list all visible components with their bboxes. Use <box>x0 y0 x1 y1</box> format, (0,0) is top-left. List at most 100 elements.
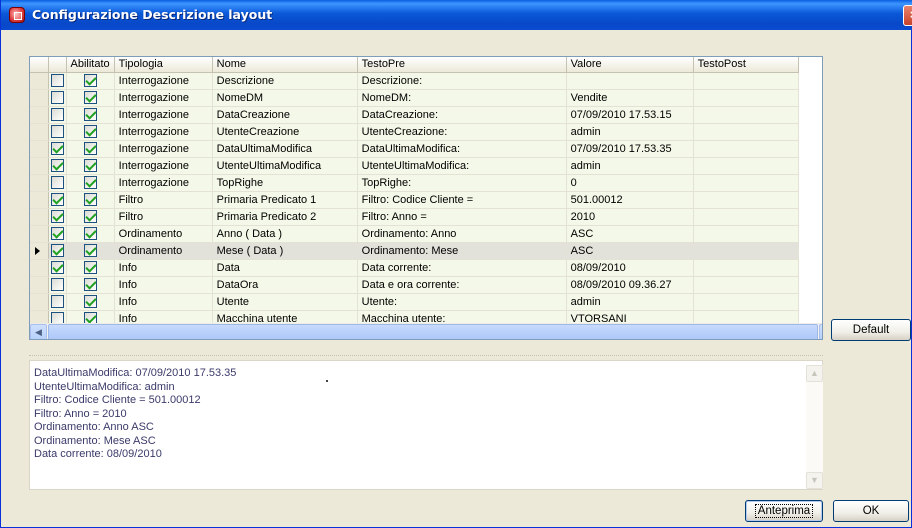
nome-cell[interactable]: UtenteUltimaModifica <box>212 157 358 175</box>
row-header[interactable] <box>30 174 49 192</box>
select-checkbox[interactable] <box>50 244 64 257</box>
table-row[interactable]: Filtro Primaria Predicato 1 Filtro: Codice… <box>30 191 799 209</box>
abilitato-checkbox[interactable] <box>83 159 97 172</box>
testopre-cell[interactable]: Ordinamento: Anno <box>357 225 567 243</box>
table-row[interactable]: Filtro Primaria Predicato 2 Filtro: Anno =… <box>30 208 799 226</box>
nome-cell[interactable]: Primaria Predicato 1 <box>212 191 358 209</box>
testopost-cell[interactable] <box>693 72 799 90</box>
row-header[interactable] <box>30 293 49 311</box>
header-valore[interactable]: Valore <box>566 57 694 73</box>
row-header[interactable] <box>30 89 49 107</box>
header-tipologia[interactable]: Tipologia <box>114 57 213 73</box>
nome-cell[interactable]: DataUltimaModifica <box>212 140 358 158</box>
header-testopre[interactable]: TestoPre <box>357 57 567 73</box>
row-header[interactable] <box>30 208 49 226</box>
select-checkbox[interactable] <box>50 108 64 121</box>
nome-cell[interactable]: DataOra <box>212 276 358 294</box>
valore-cell[interactable]: admin <box>566 157 694 175</box>
tipologia-cell[interactable]: Interrogazione <box>114 89 213 107</box>
select-checkbox[interactable] <box>50 142 64 155</box>
tipologia-cell[interactable]: Interrogazione <box>114 174 213 192</box>
row-header[interactable] <box>30 259 49 277</box>
default-button[interactable]: Default <box>831 319 911 341</box>
tipologia-cell[interactable]: Ordinamento <box>114 242 213 260</box>
select-checkbox[interactable] <box>50 261 64 274</box>
testopre-cell[interactable]: UtenteUltimaModifica: <box>357 157 567 175</box>
tipologia-cell[interactable]: Interrogazione <box>114 157 213 175</box>
row-header[interactable] <box>30 157 49 175</box>
row-header[interactable] <box>30 242 49 260</box>
testopre-cell[interactable]: NomeDM: <box>357 89 567 107</box>
testopost-cell[interactable] <box>693 208 799 226</box>
nome-cell[interactable]: Data <box>212 259 358 277</box>
testopre-cell[interactable]: Data e ora corrente: <box>357 276 567 294</box>
valore-cell[interactable]: admin <box>566 293 694 311</box>
testopre-cell[interactable]: TopRighe: <box>357 174 567 192</box>
testopre-cell[interactable]: Filtro: Codice Cliente = <box>357 191 567 209</box>
testopost-cell[interactable] <box>693 276 799 294</box>
row-header[interactable] <box>30 72 49 90</box>
valore-cell[interactable]: 08/09/2010 09.36.27 <box>566 276 694 294</box>
row-header[interactable] <box>30 106 49 124</box>
abilitato-checkbox[interactable] <box>83 91 97 104</box>
valore-cell[interactable]: 07/09/2010 17.53.15 <box>566 106 694 124</box>
horizontal-scroll-thumb[interactable] <box>48 324 818 339</box>
tipologia-cell[interactable]: Filtro <box>114 191 213 209</box>
valore-cell[interactable]: 08/09/2010 <box>566 259 694 277</box>
abilitato-checkbox[interactable] <box>83 142 97 155</box>
valore-cell[interactable] <box>566 72 694 90</box>
tipologia-cell[interactable]: Info <box>114 293 213 311</box>
testopre-cell[interactable]: Utente: <box>357 293 567 311</box>
close-button[interactable]: × <box>903 5 912 26</box>
header-nome[interactable]: Nome <box>212 57 358 73</box>
testopre-cell[interactable]: UtenteCreazione: <box>357 123 567 141</box>
tipologia-cell[interactable]: Filtro <box>114 208 213 226</box>
abilitato-checkbox[interactable] <box>83 278 97 291</box>
ok-button[interactable]: OK <box>833 500 909 522</box>
table-row[interactable]: Interrogazione TopRighe TopRighe: 0 <box>30 174 799 192</box>
header-abilitato[interactable]: Abilitato <box>66 57 115 73</box>
header-sel[interactable] <box>48 57 67 73</box>
testopre-cell[interactable]: Filtro: Anno = <box>357 208 567 226</box>
table-row[interactable]: Interrogazione DataCreazione DataCreazione… <box>30 106 799 124</box>
nome-cell[interactable]: Mese ( Data ) <box>212 242 358 260</box>
abilitato-checkbox[interactable] <box>83 210 97 223</box>
select-checkbox[interactable] <box>50 193 64 206</box>
valore-cell[interactable]: ASC <box>566 242 694 260</box>
select-checkbox[interactable] <box>50 91 64 104</box>
nome-cell[interactable]: TopRighe <box>212 174 358 192</box>
table-row[interactable]: Ordinamento Anno ( Data ) Ordinamento: Ann… <box>30 225 799 243</box>
tipologia-cell[interactable]: Info <box>114 259 213 277</box>
table-row[interactable]: Info Utente Utente: admin <box>30 293 799 311</box>
testopre-cell[interactable]: Data corrente: <box>357 259 567 277</box>
tipologia-cell[interactable]: Interrogazione <box>114 140 213 158</box>
row-header[interactable] <box>30 191 49 209</box>
scroll-right-button[interactable]: ▶ <box>819 324 822 339</box>
row-header[interactable] <box>30 140 49 158</box>
preview-scroll-down-button[interactable]: ▼ <box>806 472 823 489</box>
select-checkbox[interactable] <box>50 125 64 138</box>
preview-textbox[interactable]: DataUltimaModifica: 07/09/2010 17.53.35 U… <box>29 360 823 490</box>
testopost-cell[interactable] <box>693 225 799 243</box>
table-row[interactable]: Interrogazione UtenteCreazione UtenteCreaz… <box>30 123 799 141</box>
nome-cell[interactable]: NomeDM <box>212 89 358 107</box>
row-header[interactable] <box>30 276 49 294</box>
abilitato-checkbox[interactable] <box>83 176 97 189</box>
nome-cell[interactable]: Utente <box>212 293 358 311</box>
table-row[interactable]: Ordinamento Mese ( Data ) Ordinamento: Mes… <box>30 242 799 260</box>
valore-cell[interactable]: 2010 <box>566 208 694 226</box>
table-row[interactable]: Interrogazione UtenteUltimaModifica Utente… <box>30 157 799 175</box>
abilitato-checkbox[interactable] <box>83 193 97 206</box>
select-checkbox[interactable] <box>50 176 64 189</box>
nome-cell[interactable]: Primaria Predicato 2 <box>212 208 358 226</box>
abilitato-checkbox[interactable] <box>83 295 97 308</box>
nome-cell[interactable]: Descrizione <box>212 72 358 90</box>
testopre-cell[interactable]: DataUltimaModifica: <box>357 140 567 158</box>
tipologia-cell[interactable]: Interrogazione <box>114 72 213 90</box>
table-row[interactable]: Interrogazione DataUltimaModifica DataUlti… <box>30 140 799 158</box>
testopost-cell[interactable] <box>693 106 799 124</box>
layout-grid[interactable]: Abilitato Tipologia Nome TestoPre Valore… <box>29 56 823 340</box>
nome-cell[interactable]: UtenteCreazione <box>212 123 358 141</box>
testopre-cell[interactable]: Ordinamento: Mese <box>357 242 567 260</box>
row-header[interactable] <box>30 123 49 141</box>
